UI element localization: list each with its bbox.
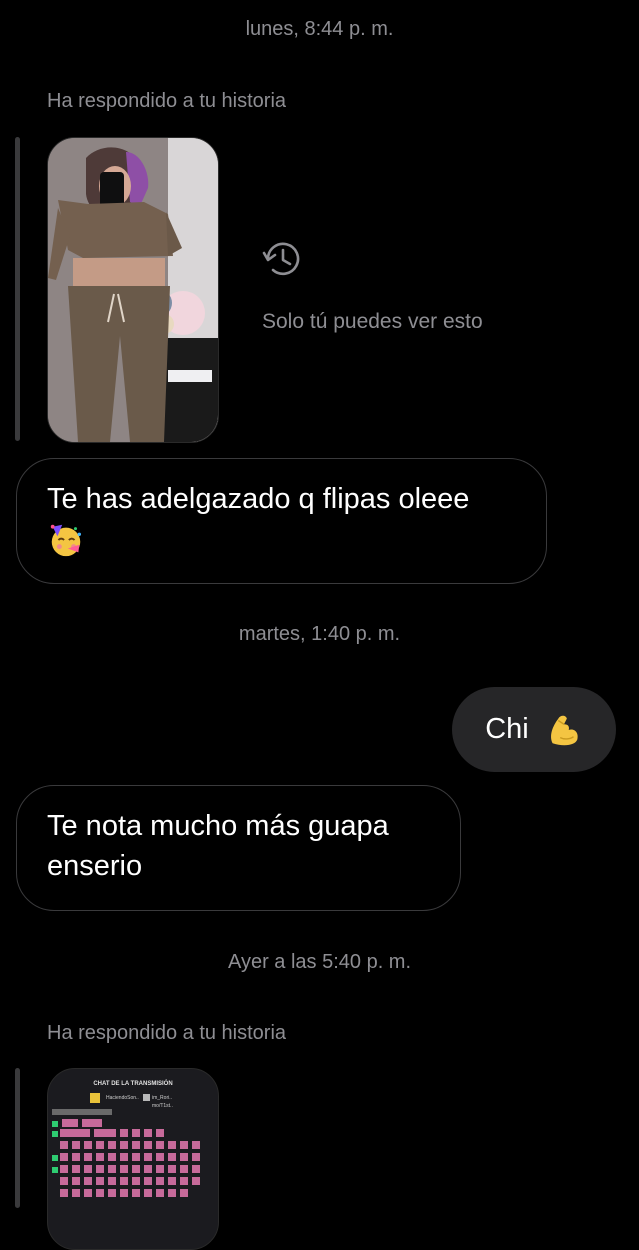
timestamp: lunes, 8:44 p. m. — [245, 18, 394, 40]
private-visibility-text: Solo tú puedes ver esto — [262, 310, 483, 333]
story-thumbnail[interactable] — [47, 137, 219, 443]
incoming-message[interactable]: Te has adelgazado q flipas oleee — [16, 458, 547, 584]
private-reply-notice: Solo tú puedes ver esto — [262, 238, 483, 333]
message-text: Chi — [485, 713, 529, 745]
flexed-biceps-emoji — [550, 716, 578, 746]
partying-face-emoji — [50, 525, 82, 557]
message-text: Te has adelgazado q flipas oleee — [47, 483, 470, 515]
story-reply-bar — [15, 1068, 20, 1208]
story-thumbnail[interactable]: CHAT DE LA TRANSMISIÓN HaciendoSon.. im_… — [47, 1068, 219, 1250]
timestamp: martes, 1:40 p. m. — [238, 623, 401, 645]
story-reply-note: Ha respondido a tu historia — [47, 1022, 287, 1044]
story-photo — [48, 138, 218, 442]
story-reply-bar — [15, 137, 20, 441]
history-icon — [262, 242, 300, 276]
stream-chat-grid — [52, 1093, 200, 1197]
timestamp: Ayer a las 5:40 p. m. — [227, 951, 412, 973]
outgoing-message[interactable]: Chi — [452, 687, 616, 772]
story-reply-note: Ha respondido a tu historia — [47, 90, 287, 112]
message-text: Te nota mucho más guapa enserio — [47, 810, 389, 882]
incoming-message[interactable]: Te nota mucho más guapa enserio — [16, 785, 461, 911]
